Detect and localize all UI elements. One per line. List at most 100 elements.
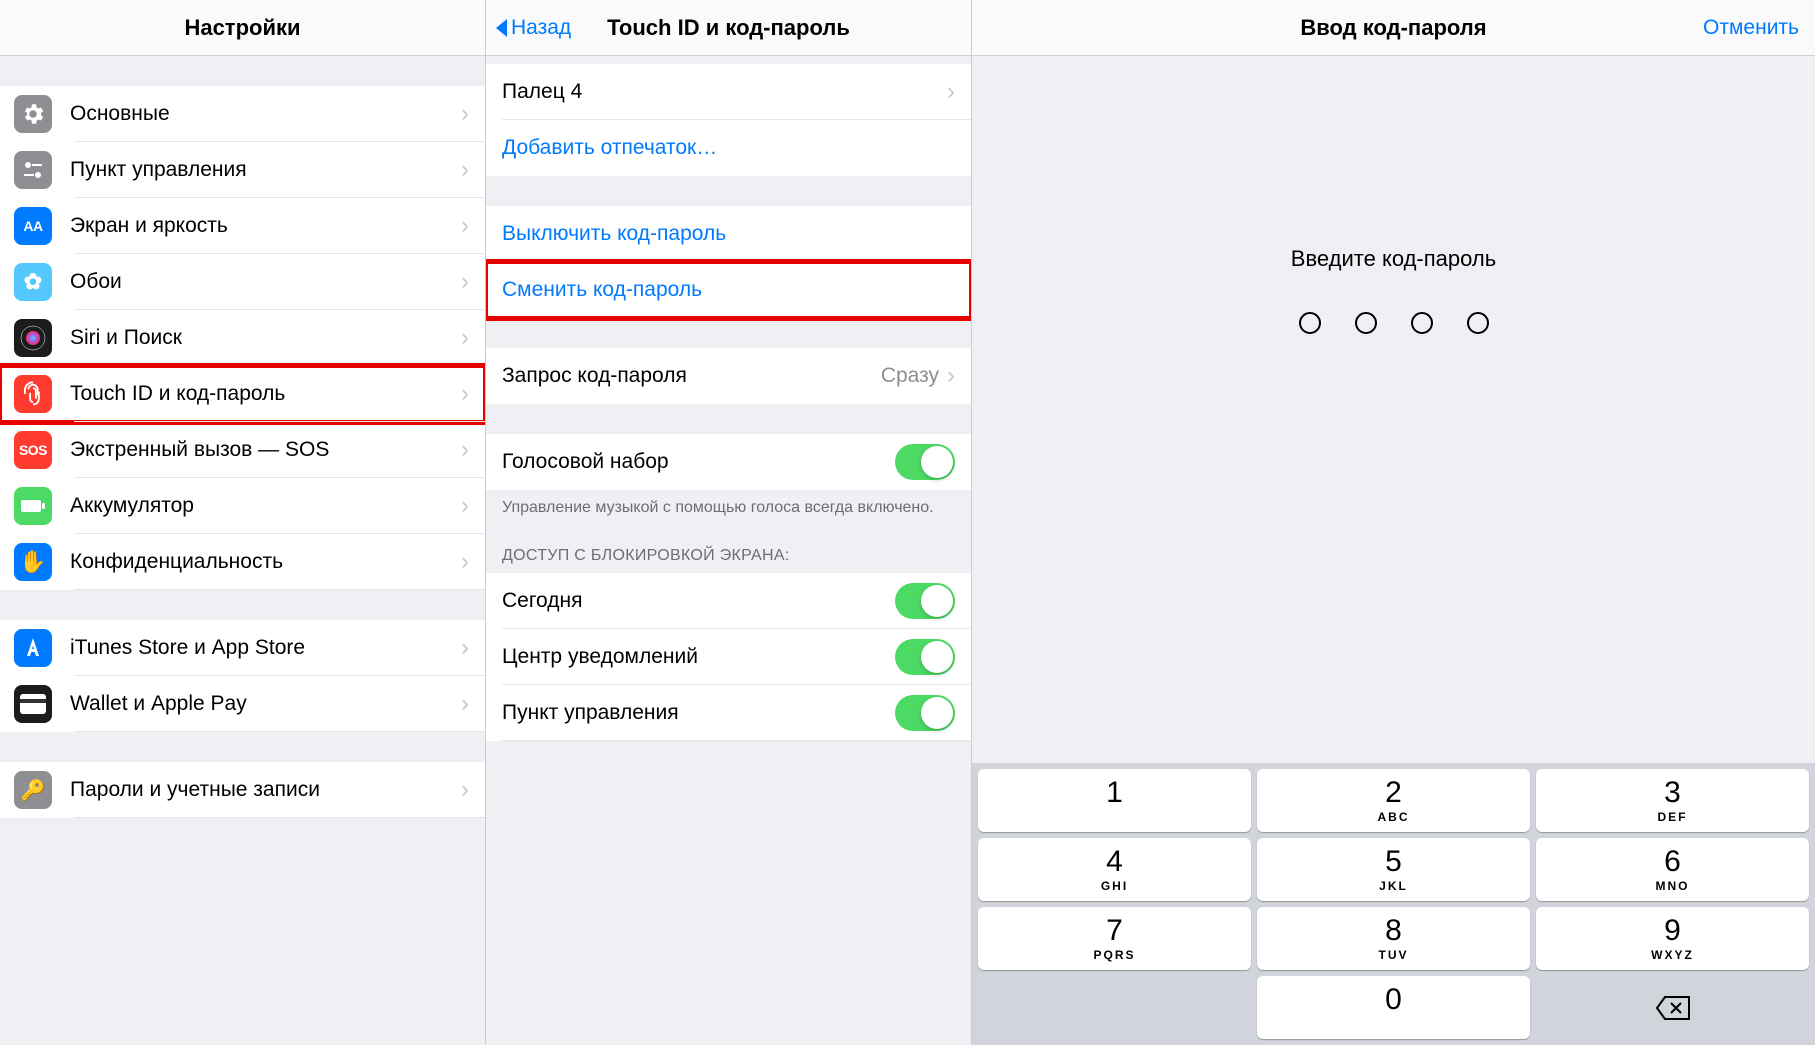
settings-row-label: Wallet и Apple Pay (70, 692, 461, 716)
change-passcode-label: Сменить код-пароль (502, 278, 955, 302)
settings-row-label: Экран и яркость (70, 214, 461, 238)
touchid-list: Палец 4 › Добавить отпечаток… Выключить … (486, 56, 971, 1045)
voice-dial-row[interactable]: Голосовой набор (486, 434, 971, 490)
lockscreen-toggle-row[interactable]: Пункт управления (486, 685, 971, 741)
chevron-right-icon: › (461, 436, 469, 464)
keypad-key-0[interactable]: 0 (1257, 976, 1530, 1039)
add-fingerprint-row[interactable]: Добавить отпечаток… (486, 120, 971, 176)
passcode-dot (1467, 312, 1489, 334)
keypad-key-6[interactable]: 6MNO (1536, 838, 1809, 901)
lockscreen-toggle-label: Пункт управления (502, 701, 895, 725)
settings-row[interactable]: SOS Экстренный вызов — SOS› (0, 422, 485, 478)
chevron-right-icon: › (461, 548, 469, 576)
settings-row-label: Обои (70, 270, 461, 294)
chevron-right-icon: › (461, 492, 469, 520)
hand-icon: ✋ (14, 543, 52, 581)
settings-row[interactable]: ✋Конфиденциальность› (0, 534, 485, 590)
settings-row[interactable]: AA Экран и яркость› (0, 198, 485, 254)
keypad-key-2[interactable]: 2ABC (1257, 769, 1530, 832)
settings-row-label: Touch ID и код-пароль (70, 382, 461, 406)
chevron-right-icon: › (461, 380, 469, 408)
keypad-key-8[interactable]: 8TUV (1257, 907, 1530, 970)
settings-row-label: Пароли и учетные записи (70, 778, 461, 802)
passcode-prompt: Введите код-пароль (972, 246, 1815, 272)
keypad-blank (978, 976, 1251, 1039)
lockscreen-toggle-row[interactable]: Центр уведомлений (486, 629, 971, 685)
settings-row-label: Аккумулятор (70, 494, 461, 518)
settings-row-label: Экстренный вызов — SOS (70, 438, 461, 462)
wallet-icon (14, 685, 52, 723)
settings-row[interactable]: Пункт управления› (0, 142, 485, 198)
passcode-dot (1411, 312, 1433, 334)
require-passcode-value: Сразу (881, 364, 939, 388)
settings-row[interactable]: Touch ID и код-пароль› (0, 366, 485, 422)
change-passcode-row[interactable]: Сменить код-пароль (486, 262, 971, 318)
battery-icon (14, 487, 52, 525)
nav-title: Ввод код-пароля (972, 15, 1815, 41)
touchid-column: Назад Touch ID и код-пароль Палец 4 › До… (486, 0, 972, 1045)
settings-row-label: Siri и Поиск (70, 326, 461, 350)
chevron-right-icon: › (461, 100, 469, 128)
settings-row[interactable]: Основные› (0, 86, 485, 142)
settings-row[interactable]: Аккумулятор› (0, 478, 485, 534)
keypad-key-5[interactable]: 5JKL (1257, 838, 1530, 901)
settings-row-label: iTunes Store и App Store (70, 636, 461, 660)
chevron-right-icon: › (461, 324, 469, 352)
settings-row-label: Пункт управления (70, 158, 461, 182)
numeric-keypad: 1 2ABC3DEF 4GHI5JKL6MNO 7PQRS8TUV9WXYZ0 (972, 763, 1815, 1045)
voice-dial-switch[interactable] (895, 444, 955, 480)
keypad-key-7[interactable]: 7PQRS (978, 907, 1251, 970)
voice-dial-label: Голосовой набор (502, 450, 895, 474)
keypad-key-1[interactable]: 1 (978, 769, 1251, 832)
settings-row-label: Основные (70, 102, 461, 126)
keypad-key-3[interactable]: 3DEF (1536, 769, 1809, 832)
fingerprint-label: Палец 4 (502, 80, 947, 104)
passcode-dot (1355, 312, 1377, 334)
lockscreen-switch[interactable] (895, 639, 955, 675)
keypad-delete-button[interactable] (1536, 976, 1809, 1039)
chevron-left-icon (496, 19, 507, 37)
passcode-dots (972, 312, 1815, 334)
sliders-icon (14, 151, 52, 189)
cancel-button[interactable]: Отменить (1703, 16, 1815, 40)
lockscreen-toggle-label: Сегодня (502, 589, 895, 613)
chevron-right-icon: › (461, 690, 469, 718)
passcode-dot (1299, 312, 1321, 334)
settings-row[interactable]: Wallet и Apple Pay› (0, 676, 485, 732)
lockscreen-switch[interactable] (895, 695, 955, 731)
navbar-passcode: Ввод код-пароля Отменить (972, 0, 1815, 56)
back-label: Назад (511, 16, 571, 40)
chevron-right-icon: › (461, 776, 469, 804)
disable-passcode-row[interactable]: Выключить код-пароль (486, 206, 971, 262)
siri-icon (14, 319, 52, 357)
settings-row[interactable]: Siri и Поиск› (0, 310, 485, 366)
keypad-key-4[interactable]: 4GHI (978, 838, 1251, 901)
chevron-right-icon: › (461, 156, 469, 184)
require-passcode-label: Запрос код-пароля (502, 364, 881, 388)
settings-root-column: Настройки Основные›Пункт управления›AAЭк… (0, 0, 486, 1045)
settings-row[interactable]: ✿Обои› (0, 254, 485, 310)
lockscreen-toggle-row[interactable]: Сегодня (486, 573, 971, 629)
AA-icon: AA (14, 207, 52, 245)
gear-icon (14, 95, 52, 133)
chevron-right-icon: › (461, 634, 469, 662)
lockscreen-switch[interactable] (895, 583, 955, 619)
chevron-right-icon: › (461, 212, 469, 240)
keypad-key-9[interactable]: 9WXYZ (1536, 907, 1809, 970)
settings-list: Основные›Пункт управления›AAЭкран и ярко… (0, 56, 485, 1045)
back-button[interactable]: Назад (486, 16, 571, 40)
voice-dial-footer: Управление музыкой с помощью голоса всег… (486, 490, 971, 529)
nav-title: Настройки (0, 15, 485, 41)
A-icon (14, 629, 52, 667)
fingerprint-row[interactable]: Палец 4 › (486, 64, 971, 120)
require-passcode-row[interactable]: Запрос код-пароля Сразу › (486, 348, 971, 404)
chevron-right-icon: › (947, 78, 955, 106)
settings-row[interactable]: 🔑Пароли и учетные записи› (0, 762, 485, 818)
settings-row[interactable]: iTunes Store и App Store› (0, 620, 485, 676)
navbar-touchid: Назад Touch ID и код-пароль (486, 0, 971, 56)
SOS-icon: SOS (14, 431, 52, 469)
lockscreen-toggle-label: Центр уведомлений (502, 645, 895, 669)
chevron-right-icon: › (947, 362, 955, 390)
disable-passcode-label: Выключить код-пароль (502, 222, 955, 246)
chevron-right-icon: › (461, 268, 469, 296)
